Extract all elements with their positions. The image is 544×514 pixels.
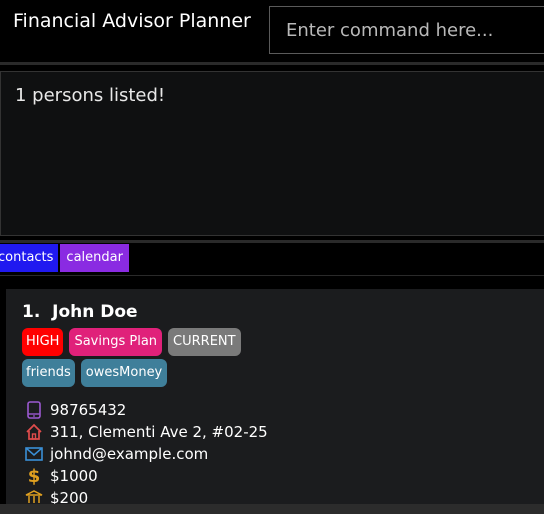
person-list: 1. John Doe HIGH Savings Plan CURRENT fr… [0,277,544,514]
horizontal-scrollbar[interactable] [0,504,544,514]
tag-row-secondary: friends owesMoney [22,359,168,387]
address-text: 311, Clementi Ave 2, #02-25 [50,423,268,441]
plan-tag: Savings Plan [69,328,163,356]
priority-tag: HIGH [22,328,64,356]
top-bar: Financial Advisor Planner [0,0,544,62]
result-text: 1 persons listed! [15,85,166,106]
income-text: $1000 [50,467,98,485]
phone-icon [24,400,44,420]
dollar-icon: $ [27,465,41,487]
divider [0,62,544,65]
divider [0,240,544,243]
result-display: 1 persons listed! [0,71,544,236]
command-box[interactable] [269,6,544,54]
person-index: 1. [22,302,41,322]
tag-row-primary: HIGH Savings Plan CURRENT [22,328,241,356]
app-title: Financial Advisor Planner [13,10,251,32]
tab-bar: contacts calendar [0,244,129,272]
person-card[interactable]: 1. John Doe HIGH Savings Plan CURRENT fr… [6,289,544,514]
person-name: John Doe [52,302,138,322]
person-name-line: 1. John Doe [22,302,138,322]
command-input[interactable] [270,7,544,53]
status-tag: CURRENT [168,328,241,356]
divider [0,275,544,276]
income-row: $ $1000 [24,465,98,487]
address-row: 311, Clementi Ave 2, #02-25 [24,422,268,442]
tag-owesmoney: owesMoney [80,359,168,387]
phone-text: 98765432 [50,401,127,419]
house-icon [24,422,44,442]
tab-calendar[interactable]: calendar [60,244,129,272]
mail-icon [24,444,44,464]
email-text: johnd@example.com [50,445,209,463]
tab-contacts[interactable]: contacts [0,244,59,272]
email-row: johnd@example.com [24,444,208,464]
tag-friends: friends [22,359,75,387]
phone-row: 98765432 [24,400,126,420]
